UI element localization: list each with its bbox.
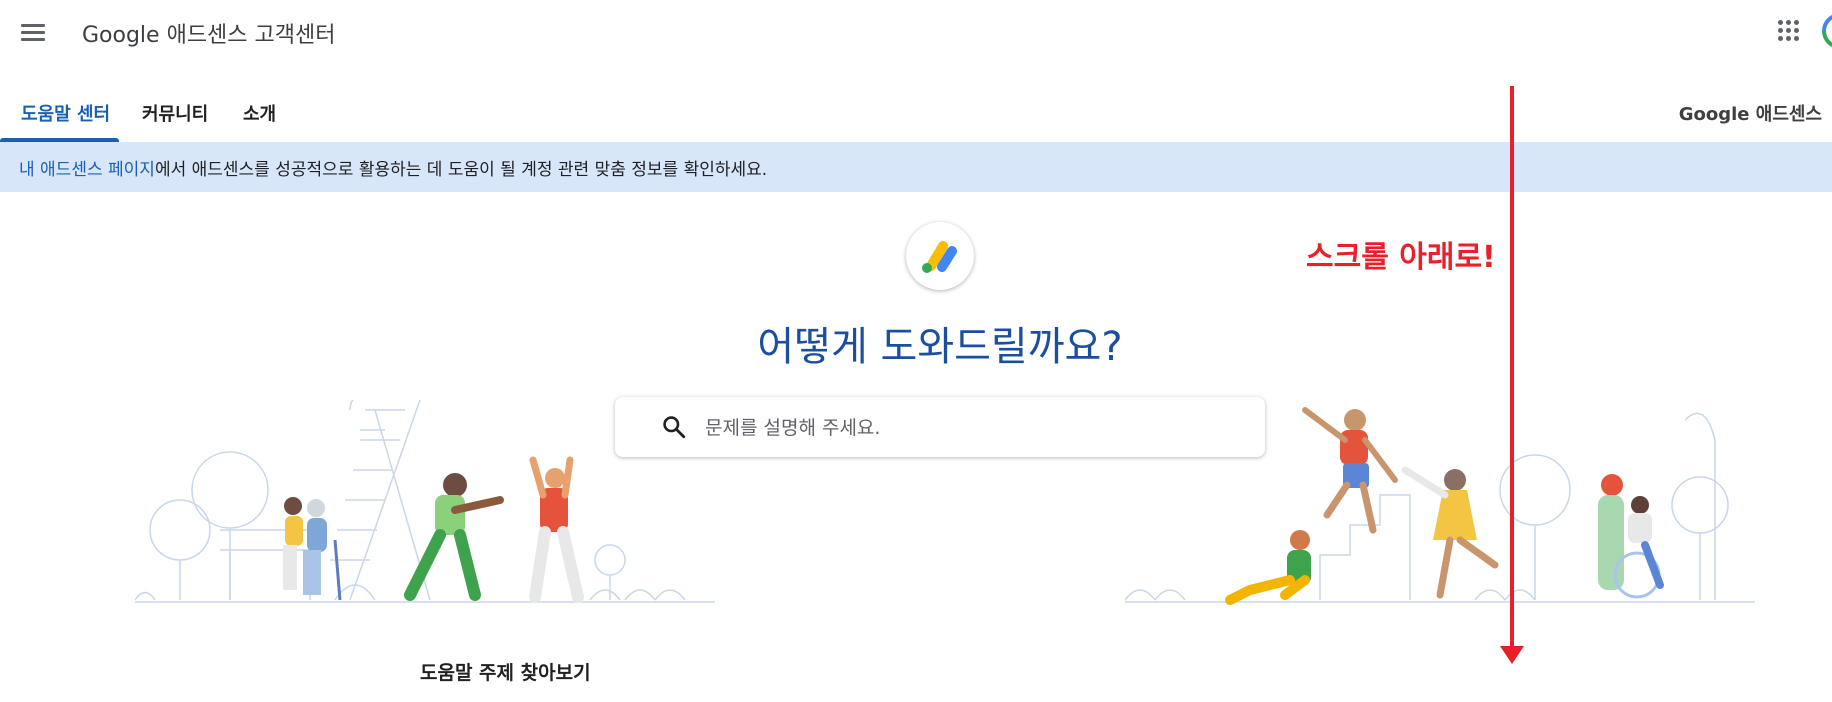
tab-bar: 도움말 센터 커뮤니티 소개 Google 애드센스 xyxy=(0,86,1832,142)
product-name-link[interactable]: Google 애드센스 xyxy=(1679,100,1822,126)
app-title[interactable]: Google 애드센스 고객센터 xyxy=(82,17,336,49)
people-illustration-right xyxy=(1125,407,1755,605)
hamburger-menu-icon[interactable] xyxy=(18,18,48,48)
banner-text: 에서 애드센스를 성공적으로 활용하는 데 도움이 될 계정 관련 맞춤 정보를… xyxy=(154,160,768,180)
arrow-down-icon xyxy=(1500,86,1524,664)
scroll-down-annotation: 스크롤 아래로! xyxy=(1306,240,1496,275)
my-adsense-page-link[interactable]: 내 애드센스 페이지 xyxy=(19,160,155,180)
browse-topics-heading: 도움말 주제 찾아보기 xyxy=(420,662,591,684)
tab-about[interactable]: 소개 xyxy=(243,100,276,126)
tab-community[interactable]: 커뮤니티 xyxy=(142,100,208,126)
page-title: 어떻게 도와드릴까요? xyxy=(757,324,1123,370)
google-apps-grid-icon[interactable] xyxy=(1778,20,1800,42)
top-app-bar: Google 애드센스 고객센터 xyxy=(0,0,1832,64)
banner-message: 내 애드센스 페이지에서 애드센스를 성공적으로 활용하는 데 도움이 될 계정… xyxy=(19,155,767,180)
info-banner: 내 애드센스 페이지에서 애드센스를 성공적으로 활용하는 데 도움이 될 계정… xyxy=(0,142,1832,192)
adsense-logo-icon xyxy=(906,222,974,290)
account-avatar[interactable] xyxy=(1822,13,1832,49)
people-illustration-left xyxy=(135,400,715,603)
tab-help-center[interactable]: 도움말 센터 xyxy=(21,100,110,126)
